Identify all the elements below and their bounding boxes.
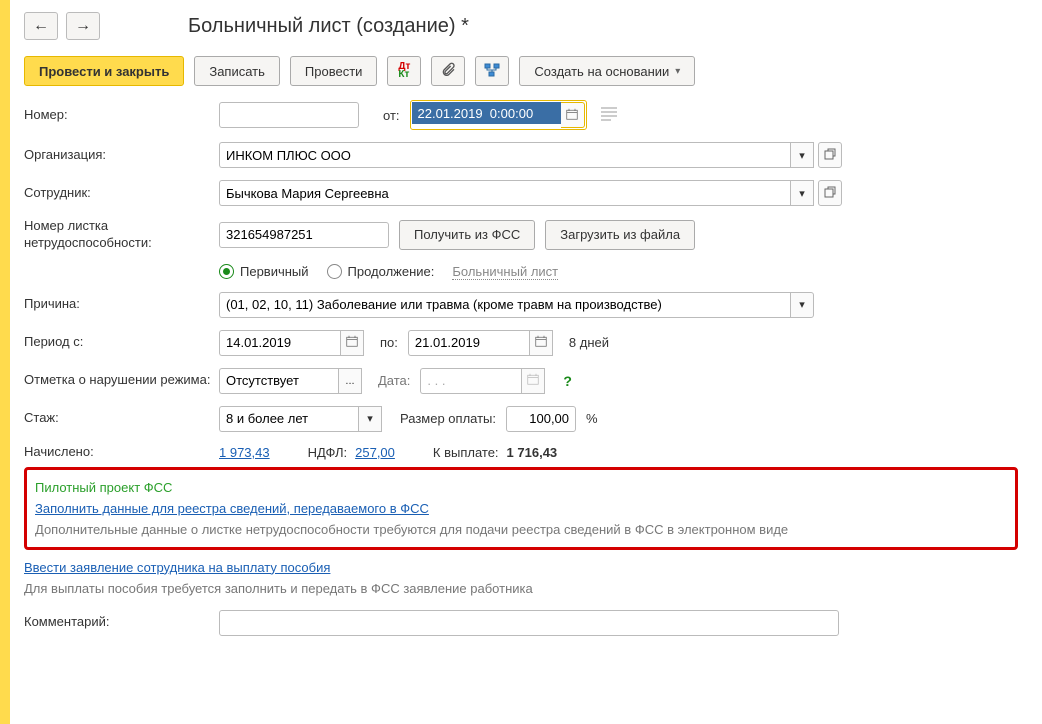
accrued-label: Начислено: <box>24 444 219 461</box>
period-to-input[interactable] <box>408 330 530 356</box>
save-button[interactable]: Записать <box>194 56 280 86</box>
dtct-button[interactable]: ДтКт <box>387 56 421 86</box>
employee-dropdown-button[interactable]: ▾ <box>790 180 814 206</box>
period-to-calendar-button[interactable] <box>529 330 553 356</box>
topay-label: К выплате: <box>433 445 499 460</box>
violation-date-label: Дата: <box>378 373 410 388</box>
application-link[interactable]: Ввести заявление сотрудника на выплату п… <box>24 560 330 575</box>
post-and-close-button[interactable]: Провести и закрыть <box>24 56 184 86</box>
nav-forward-button[interactable]: → <box>66 12 100 40</box>
days-text: 8 дней <box>569 335 609 350</box>
comment-label: Комментарий: <box>24 614 219 631</box>
percent-label: % <box>586 411 598 426</box>
cert-no-label: Номер листка нетрудоспособности: <box>24 218 219 252</box>
seniority-input[interactable] <box>219 406 359 432</box>
reason-label: Причина: <box>24 296 219 313</box>
load-file-button[interactable]: Загрузить из файла <box>545 220 695 250</box>
continuation-radio-label: Продолжение: <box>348 264 435 279</box>
number-label: Номер: <box>24 107 219 124</box>
pay-rate-input[interactable] <box>506 406 576 432</box>
arrow-right-icon: → <box>75 17 91 35</box>
org-open-button[interactable] <box>818 142 842 168</box>
radio-checked-icon <box>219 264 234 279</box>
number-input[interactable] <box>219 102 359 128</box>
create-based-on-button[interactable]: Создать на основании <box>519 56 695 86</box>
violation-label: Отметка о нарушении режима: <box>24 372 219 389</box>
ndfl-link[interactable]: 257,00 <box>355 445 395 460</box>
structure-button[interactable] <box>475 56 509 86</box>
pilot-project-block: Пилотный проект ФСС Заполнить данные для… <box>24 467 1018 550</box>
calendar-icon <box>346 335 358 350</box>
post-button[interactable]: Провести <box>290 56 378 86</box>
date-field-wrapper <box>410 100 587 130</box>
org-label: Организация: <box>24 147 219 164</box>
chevron-down-icon: ▾ <box>799 187 805 200</box>
sickleave-link[interactable]: Больничный лист <box>452 264 558 280</box>
pilot-title: Пилотный проект ФСС <box>35 480 1007 495</box>
application-desc: Для выплаты пособия требуется заполнить … <box>24 581 1018 596</box>
left-stripe <box>0 0 10 724</box>
comment-input[interactable] <box>219 610 839 636</box>
page-title: Больничный лист (создание) * <box>188 15 469 38</box>
open-icon <box>824 148 836 163</box>
violation-date-calendar-button[interactable] <box>521 368 545 394</box>
employee-input[interactable] <box>219 180 791 206</box>
get-fss-button[interactable]: Получить из ФСС <box>399 220 535 250</box>
structure-icon <box>484 62 500 81</box>
violation-input[interactable] <box>219 368 339 394</box>
help-button[interactable]: ? <box>563 373 572 389</box>
violation-date-input[interactable] <box>420 368 522 394</box>
nav-back-button[interactable]: ← <box>24 12 58 40</box>
calendar-icon <box>535 335 547 350</box>
seniority-dropdown-button[interactable]: ▾ <box>358 406 382 432</box>
to-label: по: <box>380 335 398 350</box>
attach-button[interactable] <box>431 56 465 86</box>
org-dropdown-button[interactable]: ▾ <box>790 142 814 168</box>
accrued-link[interactable]: 1 973,43 <box>219 445 270 460</box>
org-input[interactable] <box>219 142 791 168</box>
paperclip-icon <box>440 62 456 81</box>
from-label: от: <box>383 108 400 123</box>
open-icon <box>824 186 836 201</box>
pilot-desc: Дополнительные данные о листке нетрудосп… <box>35 522 1007 537</box>
violation-more-button[interactable]: ... <box>338 368 362 394</box>
pay-rate-label: Размер оплаты: <box>400 411 496 426</box>
cert-no-input[interactable] <box>219 222 389 248</box>
pilot-fill-link[interactable]: Заполнить данные для реестра сведений, п… <box>35 501 429 516</box>
reason-dropdown-button[interactable]: ▾ <box>790 292 814 318</box>
date-calendar-button[interactable] <box>561 102 585 128</box>
seniority-label: Стаж: <box>24 410 219 427</box>
chevron-down-icon: ▾ <box>367 412 373 425</box>
date-input[interactable] <box>412 102 562 124</box>
radio-unchecked-icon <box>327 264 342 279</box>
ndfl-label: НДФЛ: <box>308 445 348 460</box>
arrow-left-icon: ← <box>33 17 49 35</box>
period-from-calendar-button[interactable] <box>340 330 364 356</box>
calendar-icon <box>566 108 578 123</box>
reason-input[interactable] <box>219 292 791 318</box>
primary-radio[interactable]: Первичный <box>219 264 309 279</box>
primary-radio-label: Первичный <box>240 264 309 279</box>
continuation-radio[interactable]: Продолжение: <box>327 264 435 279</box>
topay-value: 1 716,43 <box>507 445 558 460</box>
list-icon[interactable] <box>601 107 617 124</box>
calendar-icon <box>527 373 539 388</box>
employee-label: Сотрудник: <box>24 185 219 202</box>
period-from-label: Период с: <box>24 334 219 351</box>
chevron-down-icon: ▾ <box>799 298 805 311</box>
period-from-input[interactable] <box>219 330 341 356</box>
chevron-down-icon: ▾ <box>799 149 805 162</box>
dtct-icon: ДтКт <box>398 63 410 79</box>
ellipsis-icon: ... <box>345 375 354 387</box>
employee-open-button[interactable] <box>818 180 842 206</box>
